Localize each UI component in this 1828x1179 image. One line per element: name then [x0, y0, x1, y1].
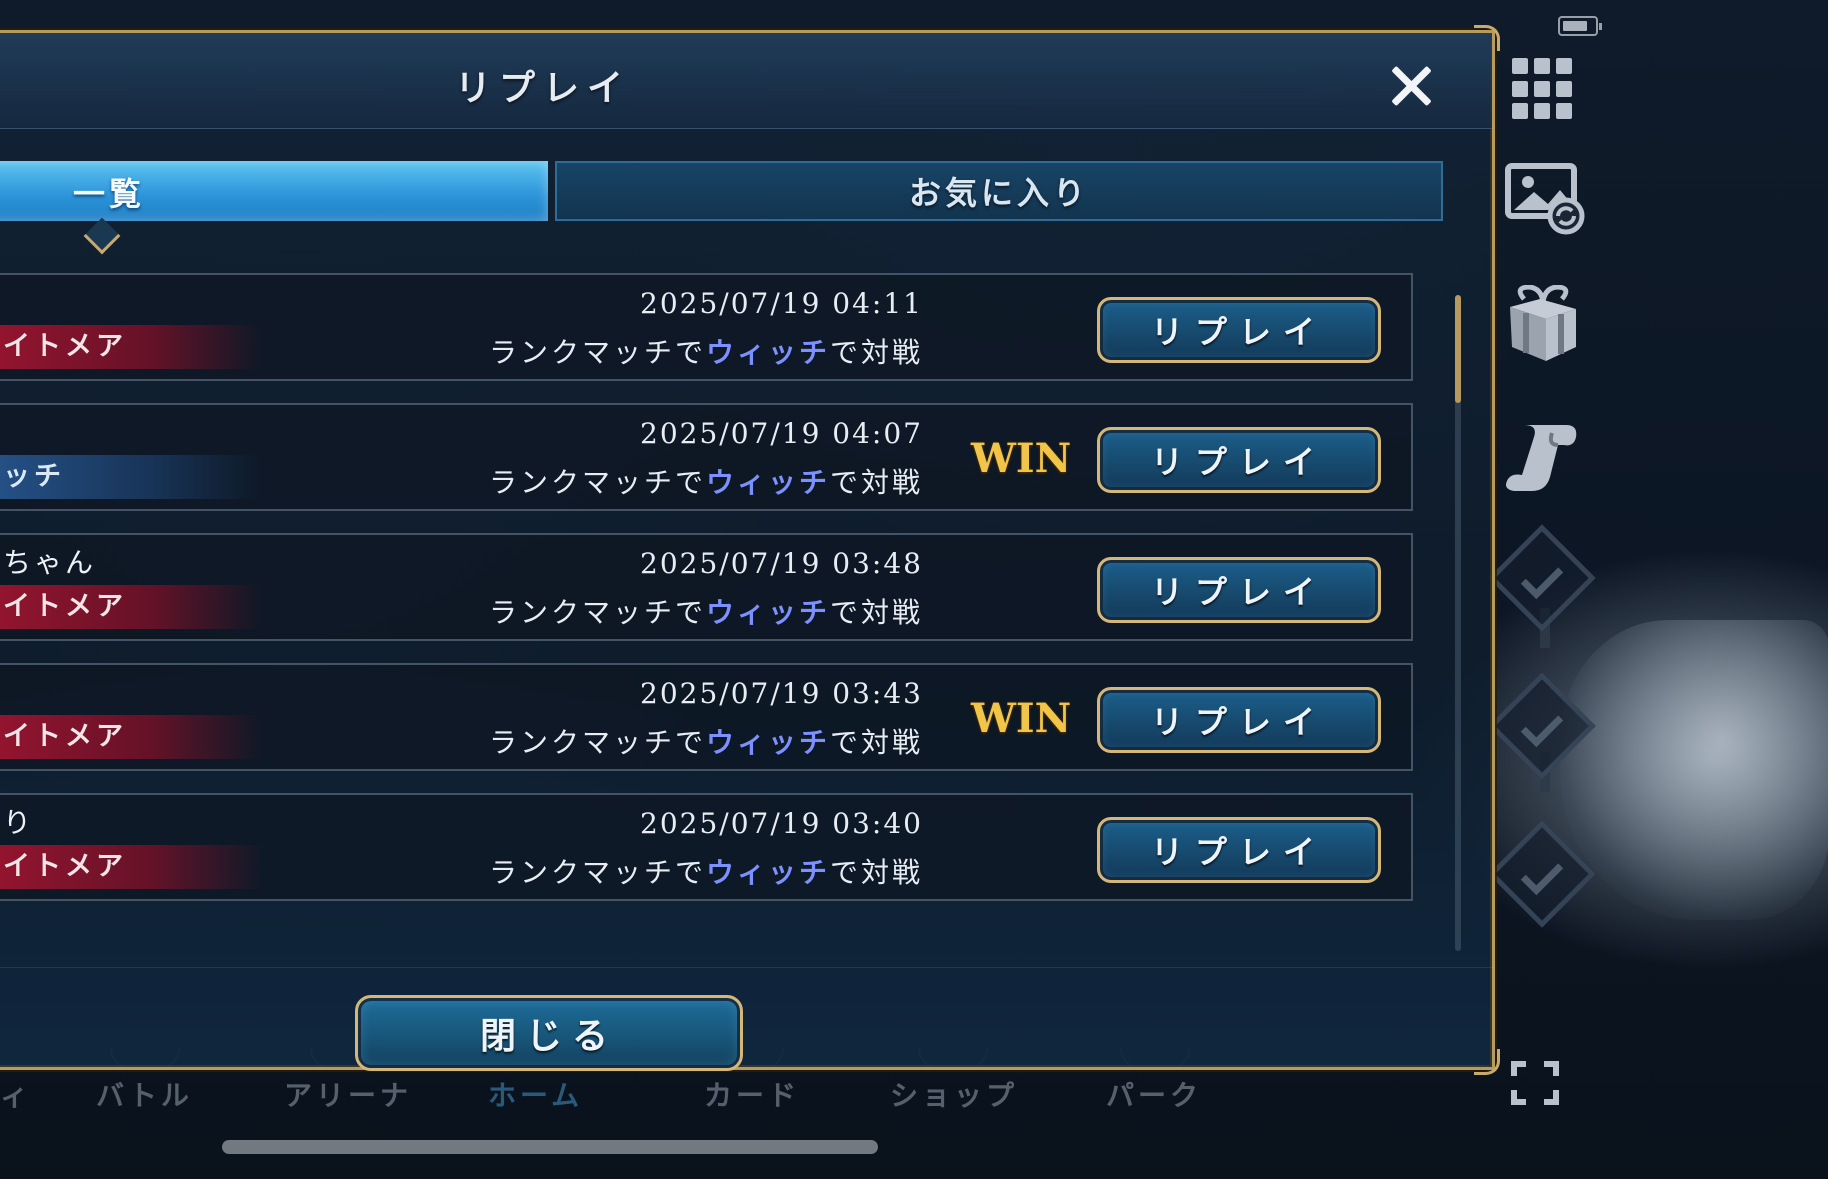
replay-description: ランクマッチでウィッチで対戦 — [423, 331, 923, 371]
home-indicator — [222, 1140, 878, 1154]
battery-icon — [1558, 16, 1602, 36]
desc-class-name: ウィッチ — [705, 336, 830, 369]
opponent-name: ちゃん — [3, 546, 97, 579]
list-item: イトメア 2025/07/19 03:43 ランクマッチでウィッチで対戦 WIN… — [0, 663, 1413, 771]
opponent-name: り — [3, 806, 35, 839]
desc-class-name: ウィッチ — [705, 726, 830, 759]
replay-date: 2025/07/19 03:43 — [640, 677, 923, 710]
replay-description: ランクマッチでウィッチで対戦 — [423, 461, 923, 501]
nav-item-partial[interactable]: ィ — [0, 1074, 32, 1114]
close-icon[interactable] — [1389, 63, 1433, 107]
desc-suffix: で対戦 — [829, 856, 923, 889]
desc-prefix: ランクマッチで — [488, 466, 706, 499]
replay-button[interactable]: リプレイ — [1097, 557, 1381, 623]
list-item: ッチ 2025/07/19 04:07 ランクマッチでウィッチで対戦 WIN リ… — [0, 403, 1413, 511]
dialog-footer-divider — [0, 967, 1492, 968]
nav-item-battle[interactable]: バトル — [96, 1074, 193, 1114]
desc-prefix: ランクマッチで — [488, 336, 706, 369]
dialog-title: リプレイ — [454, 68, 631, 109]
close-button[interactable]: 閉じる — [355, 995, 743, 1071]
scrollbar-thumb[interactable] — [1455, 295, 1461, 403]
tab-label: 一覧 — [73, 175, 146, 213]
nav-item-shop[interactable]: ショップ — [890, 1074, 1018, 1114]
fullscreen-icon[interactable] — [1510, 1060, 1560, 1106]
replay-description: ランクマッチでウィッチで対戦 — [423, 851, 923, 891]
result-badge: WIN — [971, 435, 1072, 482]
desc-class-name: ウィッチ — [705, 466, 830, 499]
desc-suffix: で対戦 — [829, 596, 923, 629]
replay-description: ランクマッチでウィッチで対戦 — [423, 591, 923, 631]
desc-prefix: ランクマッチで — [488, 726, 706, 759]
list-item: イトメア 2025/07/19 04:11 ランクマッチでウィッチで対戦 リプレ… — [0, 273, 1413, 381]
replay-button[interactable]: リプレイ — [1097, 817, 1381, 883]
gift-icon[interactable] — [1504, 284, 1582, 365]
list-item: り イトメア 2025/07/19 03:40 ランクマッチでウィッチで対戦 リ… — [0, 793, 1413, 901]
replay-dialog: リプレイ 一覧 お気に入り イトメア 2025/07/19 04:11 ランクマ… — [0, 25, 1500, 1075]
desc-class-name: ウィッチ — [705, 856, 830, 889]
menu-grid-icon[interactable] — [1512, 58, 1574, 120]
replay-button[interactable]: リプレイ — [1097, 687, 1381, 753]
dialog-header: リプレイ — [0, 33, 1492, 129]
replay-date: 2025/07/19 04:07 — [640, 417, 923, 450]
desc-prefix: ランクマッチで — [488, 596, 706, 629]
background-artwork — [1560, 620, 1828, 920]
bottom-nav: ィ バトル アリーナ ホーム カード ショップ パーク — [0, 1048, 1320, 1140]
desc-prefix: ランクマッチで — [488, 856, 706, 889]
replay-date: 2025/07/19 03:48 — [640, 547, 923, 580]
replay-date: 2025/07/19 03:40 — [640, 807, 923, 840]
active-tab-pointer-icon — [83, 217, 121, 255]
desc-suffix: で対戦 — [829, 726, 923, 759]
tab-list[interactable]: 一覧 — [0, 161, 548, 221]
desc-suffix: で対戦 — [829, 336, 923, 369]
nav-item-home[interactable]: ホーム — [488, 1074, 583, 1114]
opponent-class-banner: イトメア — [0, 325, 263, 369]
result-badge: WIN — [971, 695, 1072, 742]
nav-item-arena[interactable]: アリーナ — [284, 1074, 412, 1114]
replay-button[interactable]: リプレイ — [1097, 427, 1381, 493]
opponent-class-banner: イトメア — [0, 845, 263, 889]
image-swap-icon[interactable] — [1504, 160, 1586, 236]
desc-class-name: ウィッチ — [705, 596, 830, 629]
tab-favorites[interactable]: お気に入り — [555, 161, 1443, 221]
scroll-icon[interactable] — [1504, 415, 1582, 495]
desc-suffix: で対戦 — [829, 466, 923, 499]
opponent-class-banner: ッチ — [0, 455, 263, 499]
opponent-class-banner: イトメア — [0, 585, 263, 629]
replay-date: 2025/07/19 04:11 — [640, 287, 923, 320]
tab-label: お気に入り — [908, 174, 1089, 212]
nav-item-park[interactable]: パーク — [1106, 1074, 1202, 1114]
list-item: ちゃん イトメア 2025/07/19 03:48 ランクマッチでウィッチで対戦… — [0, 533, 1413, 641]
replay-button[interactable]: リプレイ — [1097, 297, 1381, 363]
replay-description: ランクマッチでウィッチで対戦 — [423, 721, 923, 761]
nav-item-card[interactable]: カード — [704, 1074, 800, 1114]
opponent-class-banner: イトメア — [0, 715, 263, 759]
